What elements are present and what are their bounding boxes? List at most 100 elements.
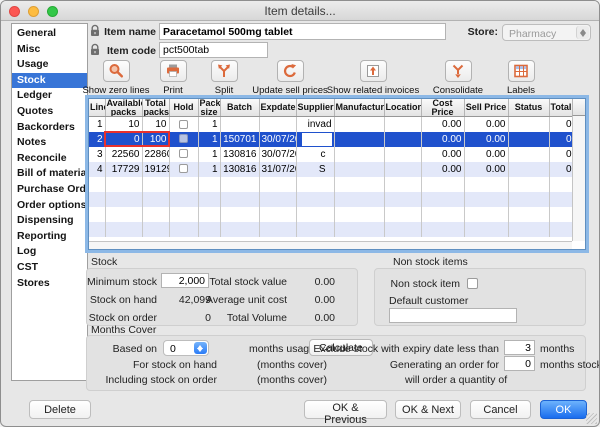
col-pack-size[interactable]: Pack size bbox=[198, 99, 220, 117]
cell-cost-price: 0.00 bbox=[421, 147, 464, 162]
cell-line: 4 bbox=[89, 162, 105, 177]
stock-line-row-1[interactable]: 1 10 10 1 invad 0.00 0.00 0 bbox=[89, 117, 574, 132]
stock-line-row-4[interactable]: 4 17729 19129 1 130816 31/07/20 S 0.00 0… bbox=[89, 162, 574, 177]
cell-hold bbox=[169, 132, 198, 147]
sidebar-item-notes[interactable]: Notes bbox=[12, 135, 87, 151]
store-select-value: Pharmacy bbox=[509, 28, 556, 40]
horizontal-scrollbar[interactable] bbox=[89, 241, 572, 249]
cell-location bbox=[384, 117, 421, 132]
resize-grip[interactable] bbox=[586, 413, 597, 424]
col-available-packs[interactable]: Available packs bbox=[105, 99, 142, 117]
including-stock-on-order-label: Including stock on order bbox=[87, 374, 217, 386]
item-code-input[interactable] bbox=[159, 42, 268, 58]
stock-line-row-3[interactable]: 3 22560 22860 1 130816 30/07/20 c 0.00 0… bbox=[89, 147, 574, 162]
col-batch[interactable]: Batch bbox=[220, 99, 259, 117]
hold-checkbox[interactable] bbox=[179, 164, 188, 173]
cell-expdate bbox=[259, 117, 296, 132]
sidebar-item-quotes[interactable]: Quotes bbox=[12, 104, 87, 120]
cell-manufacturer bbox=[334, 132, 384, 147]
cell-line: 2 bbox=[89, 132, 105, 147]
cell-supplier: S bbox=[296, 162, 334, 177]
cancel-button[interactable]: Cancel bbox=[470, 400, 531, 419]
non-stock-section: Non stock item Default customer bbox=[374, 268, 586, 326]
sidebar-item-bill-of-materials[interactable]: Bill of materials bbox=[12, 166, 87, 182]
cell-manufacturer bbox=[334, 162, 384, 177]
empty-row[interactable] bbox=[89, 207, 574, 222]
total-stock-value-label: Total stock value bbox=[195, 276, 287, 288]
empty-row[interactable] bbox=[89, 222, 574, 237]
col-hold[interactable]: Hold bbox=[169, 99, 198, 117]
col-status[interactable]: Status bbox=[508, 99, 549, 117]
delete-button[interactable]: Delete bbox=[29, 400, 91, 419]
vertical-scrollbar[interactable] bbox=[572, 116, 585, 241]
cell-supplier: c bbox=[296, 147, 334, 162]
cell-total-packs: 22860 bbox=[142, 147, 169, 162]
col-total-packs[interactable]: Total packs bbox=[142, 99, 169, 117]
ok-previous-button[interactable]: OK & Previous bbox=[304, 400, 387, 419]
sidebar-item-misc[interactable]: Misc bbox=[12, 42, 87, 58]
non-stock-item-checkbox[interactable] bbox=[467, 278, 478, 289]
item-code-label: Item code bbox=[96, 45, 156, 57]
sidebar-item-log[interactable]: Log bbox=[12, 244, 87, 260]
sidebar-item-reporting[interactable]: Reporting bbox=[12, 229, 87, 245]
stock-section-title: Stock bbox=[91, 256, 117, 268]
cell-available-packs: 10 bbox=[105, 117, 142, 132]
scrollbar-cap bbox=[572, 99, 585, 116]
cell-batch: 150701 bbox=[220, 132, 259, 147]
toolbar-labels[interactable]: Labels bbox=[466, 60, 576, 96]
sidebar-item-dispensing[interactable]: Dispensing bbox=[12, 213, 87, 229]
cell-line: 1 bbox=[89, 117, 105, 132]
col-line[interactable]: Line bbox=[89, 99, 105, 117]
hold-checkbox[interactable] bbox=[179, 134, 188, 143]
cell-available-packs: 17729 bbox=[105, 162, 142, 177]
col-total[interactable]: Total... bbox=[549, 99, 574, 117]
sidebar-item-cst[interactable]: CST bbox=[12, 260, 87, 276]
grid-icon bbox=[508, 60, 535, 82]
cell-total-packs: 10 bbox=[142, 117, 169, 132]
based-on-select[interactable]: 0 bbox=[163, 340, 209, 356]
col-location[interactable]: Location bbox=[384, 99, 421, 117]
hold-checkbox[interactable] bbox=[179, 149, 188, 158]
exclude-expiry-label: Exclude stock with expiry date less than bbox=[292, 343, 499, 355]
sidebar-item-general[interactable]: General bbox=[12, 26, 87, 42]
cell-sell-price: 0.00 bbox=[464, 132, 508, 147]
empty-row[interactable] bbox=[89, 177, 574, 192]
generating-order-input[interactable] bbox=[504, 356, 535, 371]
col-expdate[interactable]: Expdate bbox=[259, 99, 296, 117]
col-cost-price[interactable]: Cost Price bbox=[421, 99, 464, 117]
cell-hold bbox=[169, 162, 198, 177]
sidebar-item-reconcile[interactable]: Reconcile bbox=[12, 151, 87, 167]
sidebar-item-backorders[interactable]: Backorders bbox=[12, 120, 87, 136]
cell-pack-size: 1 bbox=[198, 147, 220, 162]
cell-total: 0 bbox=[549, 117, 574, 132]
ok-button[interactable]: OK bbox=[540, 400, 587, 419]
default-customer-input[interactable] bbox=[389, 308, 517, 323]
sidebar-item-purchase-orders[interactable]: Purchase Orders bbox=[12, 182, 87, 198]
titlebar[interactable]: Item details... bbox=[1, 1, 599, 21]
for-stock-on-hand-note: (months cover) bbox=[257, 359, 327, 371]
cell-status bbox=[508, 117, 549, 132]
ok-next-button[interactable]: OK & Next bbox=[395, 400, 461, 419]
item-details-window: Item details... General Misc Usage Stock… bbox=[0, 0, 600, 427]
average-unit-cost-value: 0.00 bbox=[293, 294, 335, 306]
empty-row[interactable] bbox=[89, 192, 574, 207]
item-name-label: Item name bbox=[96, 26, 156, 38]
col-sell-price[interactable]: Sell Price bbox=[464, 99, 508, 117]
table-header-row: Line Available packs Total packs Hold Pa… bbox=[89, 99, 574, 117]
non-stock-section-title: Non stock items bbox=[393, 256, 468, 268]
for-stock-on-hand-label: For stock on hand bbox=[87, 359, 217, 371]
cell-pack-size: 1 bbox=[198, 117, 220, 132]
exclude-expiry-input[interactable] bbox=[504, 340, 535, 355]
based-on-label: Based on bbox=[87, 343, 157, 355]
store-select[interactable]: Pharmacy bbox=[502, 24, 591, 41]
col-supplier[interactable]: Supplier bbox=[296, 99, 334, 117]
item-name-input[interactable] bbox=[159, 23, 446, 40]
col-manufacturer[interactable]: Manufacturer bbox=[334, 99, 384, 117]
sidebar-item-order-options[interactable]: Order options bbox=[12, 198, 87, 214]
sidebar-item-stores[interactable]: Stores bbox=[12, 276, 87, 292]
cell-expdate: 30/07/20 bbox=[259, 132, 296, 147]
hold-checkbox[interactable] bbox=[179, 120, 188, 129]
cell-pack-size: 1 bbox=[198, 162, 220, 177]
invoice-arrow-icon bbox=[360, 60, 387, 82]
will-order-label: will order a quantity of bbox=[405, 374, 507, 386]
